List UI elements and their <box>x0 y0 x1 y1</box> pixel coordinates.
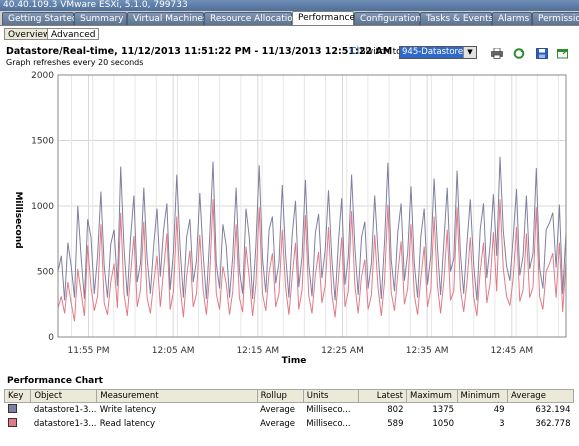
col-measurement[interactable]: Measurement <box>96 389 258 403</box>
perf-chart-title: Performance Chart <box>7 376 103 386</box>
col-average[interactable]: Average <box>507 389 574 403</box>
tab-summary[interactable]: Summary <box>74 12 127 25</box>
row-rollup: Average <box>260 405 296 415</box>
subtabs: Overview Advanced <box>0 26 579 42</box>
switch-to-select[interactable]: 945-Datastore ▼ <box>399 46 477 59</box>
col-units[interactable]: Units <box>302 389 359 403</box>
tab-performance[interactable]: Performance <box>292 11 355 25</box>
popout-icon[interactable] <box>557 48 569 59</box>
window-title: 40.40.109.3 VMware ESXi, 5.1.0, 799733 <box>0 0 579 11</box>
tab-alarms[interactable]: Alarms <box>492 12 532 25</box>
save-icon[interactable] <box>536 48 548 59</box>
row-object: datastore1-3... <box>33 419 97 429</box>
y-tick-label: 2000 <box>31 71 54 81</box>
col-latest[interactable]: Latest <box>357 389 408 403</box>
series-swatch <box>7 418 17 427</box>
y-tick-label: 1500 <box>31 137 54 147</box>
row-minimum: 3 <box>499 419 505 429</box>
row-key <box>5 403 31 418</box>
col-maximum[interactable]: Maximum <box>406 389 458 403</box>
switch-to-label: Switch to: <box>360 47 405 57</box>
y-tick-label: 0 <box>48 333 54 343</box>
main-tabs: Getting Started Summary Virtual Machines… <box>0 11 579 26</box>
row-rollup: Average <box>260 419 296 429</box>
row-minimum: 49 <box>493 405 505 415</box>
col-key[interactable]: Key <box>3 389 32 403</box>
refresh-icon[interactable] <box>513 48 525 59</box>
x-tick-label: 12:25 AM <box>321 346 364 356</box>
col-object[interactable]: Object <box>30 389 98 403</box>
col-rollup[interactable]: Rollup <box>256 389 304 403</box>
row-measurement: Write latency <box>99 405 157 415</box>
tab-virtual-machines[interactable]: Virtual Machines <box>127 12 208 25</box>
x-tick-label: 12:45 AM <box>490 346 533 356</box>
perf-table: Key Object Measurement Rollup Units Late… <box>3 389 574 431</box>
x-tick-label: 12:15 AM <box>236 346 279 356</box>
col-minimum[interactable]: Minimum <box>456 389 509 403</box>
tab-permissions[interactable]: Permissio <box>532 12 579 25</box>
table-row[interactable]: datastore1-3... Read latency Average Mil… <box>5 417 574 431</box>
table-row[interactable]: datastore1-3... Write latency Average Mi… <box>5 403 574 418</box>
row-average: 632.194 <box>535 405 571 415</box>
row-units: Milliseco... <box>306 419 351 429</box>
chart-header: Datastore/Real-time, 11/12/2013 11:51:22… <box>0 43 579 69</box>
switch-to-value: 945-Datastore <box>400 47 464 58</box>
row-average: 362.778 <box>535 419 571 429</box>
subtab-advanced[interactable]: Advanced <box>47 28 100 40</box>
chart-options-link[interactable]: Cl <box>350 46 359 57</box>
row-measurement: Read latency <box>99 419 156 429</box>
latency-chart-svg: Millisecond Time 0 500 1000 1500 2000 11:55 P… <box>13 71 567 366</box>
row-latest: 589 <box>387 419 404 429</box>
chevron-down-icon[interactable]: ▼ <box>463 47 476 58</box>
chart-title: Datastore/Real-time, 11/12/2013 11:51:22… <box>6 46 393 57</box>
y-tick-label: 500 <box>37 268 54 278</box>
latency-chart: Millisecond Time 0 500 1000 1500 2000 11:55 P… <box>0 70 579 370</box>
row-maximum: 1375 <box>432 405 455 415</box>
y-axis-label: Millisecond <box>13 191 23 248</box>
tab-tasks-events[interactable]: Tasks & Events <box>420 12 493 25</box>
tab-resource-allocation[interactable]: Resource Allocation <box>204 12 299 25</box>
x-tick-label: 11:55 PM <box>67 346 109 356</box>
x-tick-label: 12:05 AM <box>152 346 195 356</box>
tab-configuration[interactable]: Configuration <box>354 12 421 25</box>
row-maximum: 1050 <box>432 419 455 429</box>
y-tick-label: 1000 <box>31 202 54 212</box>
row-key <box>5 417 31 431</box>
x-tick-label: 12:35 AM <box>406 346 449 356</box>
row-object: datastore1-3... <box>33 405 97 415</box>
row-latest: 802 <box>387 405 404 415</box>
series-swatch <box>7 404 17 413</box>
refresh-note: Graph refreshes every 20 seconds <box>6 58 144 67</box>
row-units: Milliseco... <box>306 405 351 415</box>
print-icon[interactable] <box>491 47 503 59</box>
perf-table-header: Key Object Measurement Rollup Units Late… <box>3 389 574 403</box>
x-axis-label: Time <box>282 356 307 366</box>
tab-getting-started[interactable]: Getting Started <box>2 12 78 25</box>
